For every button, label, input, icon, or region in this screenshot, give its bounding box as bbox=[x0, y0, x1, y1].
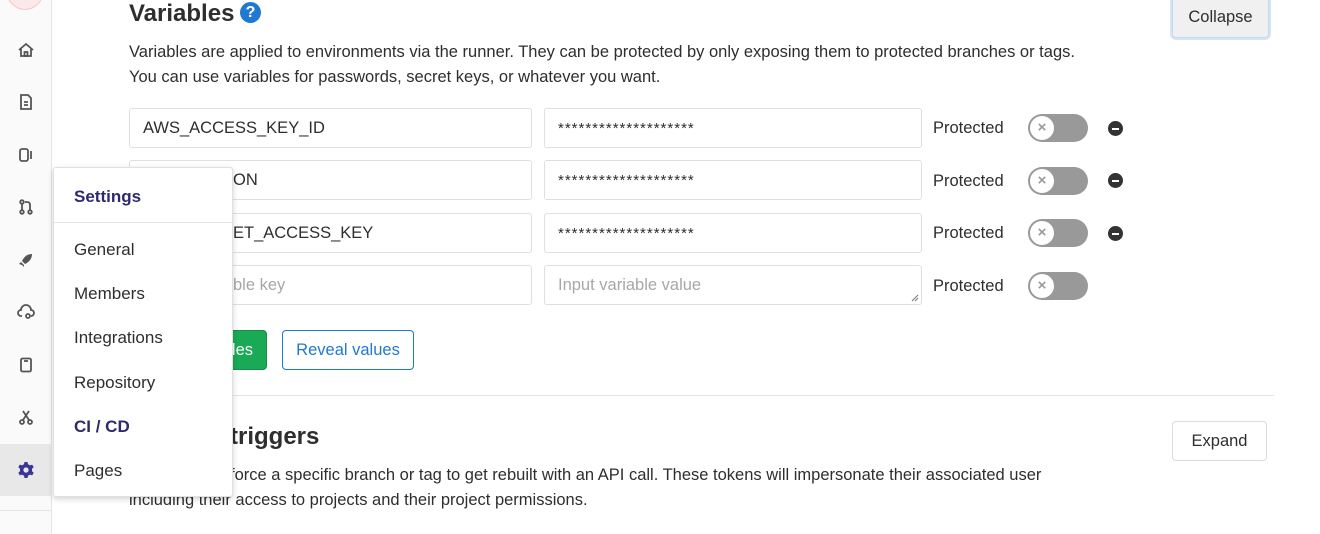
variable-value-input[interactable]: ******************** bbox=[544, 108, 922, 148]
variable-key-input[interactable]: AWS_ACCESS_KEY_ID bbox=[129, 108, 532, 148]
key-placeholder-text: ble key bbox=[233, 275, 286, 294]
toggle-off-icon: × bbox=[1030, 221, 1054, 245]
flyout-item-members[interactable]: Members bbox=[74, 284, 145, 304]
toggle-off-icon: × bbox=[1030, 169, 1054, 193]
variables-description-line2: You can use variables for passwords, sec… bbox=[129, 68, 661, 86]
remove-variable-icon[interactable] bbox=[1108, 226, 1123, 241]
variable-value-input[interactable]: ******************** bbox=[544, 160, 922, 200]
remove-variable-icon[interactable] bbox=[1108, 173, 1123, 188]
flyout-item-repository[interactable]: Repository bbox=[74, 373, 155, 393]
section-divider bbox=[129, 395, 1274, 396]
protected-label: Protected bbox=[933, 224, 1004, 242]
collapse-button[interactable]: Collapse bbox=[1172, 0, 1269, 38]
variables-description-line1: Variables are applied to environments vi… bbox=[129, 43, 1075, 61]
protected-toggle[interactable]: × bbox=[1028, 272, 1088, 300]
value-placeholder-text: Input variable value bbox=[558, 275, 702, 294]
triggers-description-line1: force a specific branch or tag to get re… bbox=[230, 466, 1042, 484]
protected-label: Protected bbox=[933, 277, 1004, 295]
flyout-item-pages[interactable]: Pages bbox=[74, 461, 122, 481]
flyout-item-general[interactable]: General bbox=[74, 240, 134, 260]
flyout-item-integrations[interactable]: Integrations bbox=[74, 328, 163, 348]
protected-toggle[interactable]: × bbox=[1028, 167, 1088, 195]
protected-label: Protected bbox=[933, 119, 1004, 137]
reveal-values-button[interactable]: Reveal values bbox=[282, 330, 414, 370]
pipeline-triggers-heading: triggers bbox=[230, 423, 320, 450]
variables-heading: Variables bbox=[129, 0, 235, 27]
variable-value-input[interactable]: ******************** bbox=[544, 213, 922, 253]
flyout-item-ci-cd[interactable]: CI / CD bbox=[74, 417, 130, 437]
expand-button[interactable]: Expand bbox=[1172, 421, 1267, 461]
protected-label: Protected bbox=[933, 172, 1004, 190]
new-variable-value-textarea[interactable]: Input variable value bbox=[544, 265, 922, 305]
variable-key-text: ET_ACCESS_KEY bbox=[233, 223, 374, 242]
protected-toggle[interactable]: × bbox=[1028, 114, 1088, 142]
flyout-title: Settings bbox=[54, 168, 232, 223]
help-icon[interactable]: ? bbox=[240, 2, 261, 23]
protected-toggle[interactable]: × bbox=[1028, 219, 1088, 247]
settings-flyout-menu: Settings General Members Integrations Re… bbox=[53, 167, 233, 497]
resize-grip-icon[interactable] bbox=[911, 294, 919, 302]
toggle-off-icon: × bbox=[1030, 116, 1054, 140]
variable-key-text: ON bbox=[233, 170, 258, 189]
remove-variable-icon[interactable] bbox=[1108, 121, 1123, 136]
toggle-off-icon: × bbox=[1030, 274, 1054, 298]
